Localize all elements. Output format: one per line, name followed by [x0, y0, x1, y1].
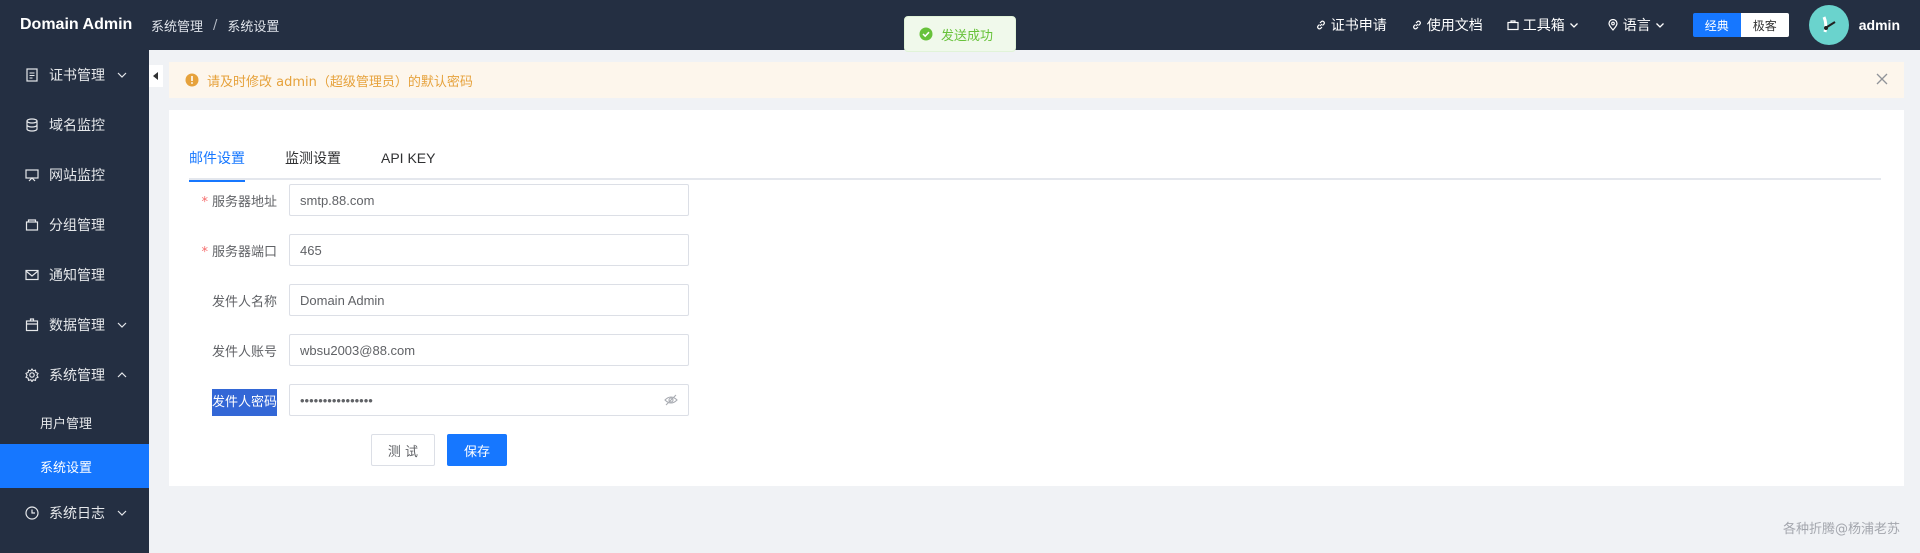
theme-switch: 经典 极客: [1692, 13, 1789, 37]
sidebar-collapse-button[interactable]: [149, 65, 163, 87]
tab-monitor-settings[interactable]: 监测设置: [285, 136, 341, 180]
chevron-down-icon: [117, 322, 127, 328]
server-port-label: * 服务器端口: [201, 244, 277, 260]
sidebar-item-logs[interactable]: 系统日志: [0, 488, 149, 538]
cert-apply-link[interactable]: 证书申请: [1315, 15, 1387, 35]
form-row-server-port: * 服务器端口 465: [189, 234, 689, 266]
chevron-down-icon: [117, 510, 127, 516]
sender-password-label: 发件人密码: [189, 388, 289, 416]
monitor-icon: [25, 169, 39, 182]
form-row-sender-password: 发件人密码 ••••••••••••••••: [189, 384, 689, 416]
success-toast: 发送成功: [904, 16, 1016, 52]
sidebar-item-groups[interactable]: 分组管理: [0, 200, 149, 250]
folder-icon: [25, 219, 39, 231]
toolbox-icon: [1507, 20, 1519, 31]
save-button[interactable]: 保存: [447, 434, 507, 466]
avatar[interactable]: [1808, 5, 1849, 45]
sender-account-input[interactable]: wbsu2003@88.com: [289, 334, 689, 366]
test-button[interactable]: 测 试: [371, 434, 435, 466]
clock-icon: [25, 506, 39, 520]
toolbox-dropdown[interactable]: 工具箱: [1507, 15, 1583, 35]
setting-icon: [25, 368, 39, 382]
toast-message: 发送成功: [941, 28, 994, 44]
sidebar-item-notifications[interactable]: 通知管理: [0, 250, 149, 300]
sender-password-input[interactable]: ••••••••••••••••: [289, 384, 689, 416]
breadcrumb-item-settings: 系统设置: [227, 19, 280, 35]
chevron-down-icon: [1655, 23, 1664, 28]
username[interactable]: admin: [1859, 17, 1900, 33]
language-dropdown[interactable]: 语言: [1607, 15, 1669, 35]
server-host-input[interactable]: smtp.88.com: [289, 184, 689, 216]
alert-message: 请及时修改 admin（超级管理员）的默认密码: [207, 74, 473, 90]
sender-name-input[interactable]: Domain Admin: [289, 284, 689, 316]
caret-left-icon: [153, 72, 158, 80]
mail-icon: [25, 269, 39, 281]
sidebar: 证书管理 域名监控 网站监控 分组管理 通知管理 数据管理 系统管理 用户管理 …: [0, 50, 149, 553]
chevron-up-icon: [117, 372, 127, 378]
watermark: 各种折腾@杨浦老苏: [1782, 522, 1900, 537]
sidebar-item-data[interactable]: 数据管理: [0, 300, 149, 350]
warning-alert: 请及时修改 admin（超级管理员）的默认密码: [169, 62, 1904, 98]
docs-link[interactable]: 使用文档: [1411, 15, 1483, 35]
success-icon: [919, 27, 933, 41]
sender-account-label: 发件人账号: [211, 344, 277, 360]
form-row-sender-name: 发件人名称 Domain Admin: [189, 284, 689, 316]
chevron-down-icon: [117, 72, 127, 78]
sidebar-subitem-settings[interactable]: 系统设置: [0, 444, 149, 488]
settings-tabs: 邮件设置 监测设置 API KEY: [189, 136, 1881, 182]
sidebar-item-websites[interactable]: 网站监控: [0, 150, 149, 200]
theme-classic-button[interactable]: 经典: [1692, 13, 1741, 37]
box-icon: [25, 318, 39, 332]
breadcrumb-item-system[interactable]: 系统管理: [151, 16, 203, 35]
close-icon[interactable]: [1876, 73, 1888, 85]
document-icon: [26, 68, 38, 82]
settings-card: 邮件设置 监测设置 API KEY * 服务器地址 smtp.88.com * 服务…: [169, 110, 1904, 486]
breadcrumb: 系统管理 / 系统设置: [151, 16, 280, 35]
sender-name-label: 发件人名称: [211, 294, 277, 310]
sidebar-item-certs[interactable]: 证书管理: [0, 50, 149, 100]
sidebar-subitem-users[interactable]: 用户管理: [0, 400, 149, 444]
user-avatar-icon: [1822, 16, 1836, 33]
warning-icon: [185, 73, 199, 87]
eye-hidden-icon[interactable]: [664, 394, 678, 406]
server-host-label: * 服务器地址: [201, 194, 277, 210]
form-row-server-host: * 服务器地址 smtp.88.com: [189, 184, 689, 216]
link-icon: [1316, 20, 1325, 30]
sidebar-item-system[interactable]: 系统管理: [0, 350, 149, 400]
theme-geek-button[interactable]: 极客: [1740, 13, 1789, 37]
chevron-down-icon: [1569, 23, 1578, 28]
tab-api-key[interactable]: API KEY: [381, 136, 435, 180]
location-icon: [1608, 19, 1618, 31]
password-value: ••••••••••••••••: [300, 392, 373, 408]
server-port-input[interactable]: 465: [289, 234, 689, 266]
link-icon: [1412, 20, 1421, 30]
database-icon: [26, 118, 38, 132]
sidebar-item-domains[interactable]: 域名监控: [0, 100, 149, 150]
form-row-sender-account: 发件人账号 wbsu2003@88.com: [189, 334, 689, 366]
app-logo[interactable]: Domain Admin: [0, 16, 149, 34]
tab-mail-settings[interactable]: 邮件设置: [189, 136, 245, 182]
